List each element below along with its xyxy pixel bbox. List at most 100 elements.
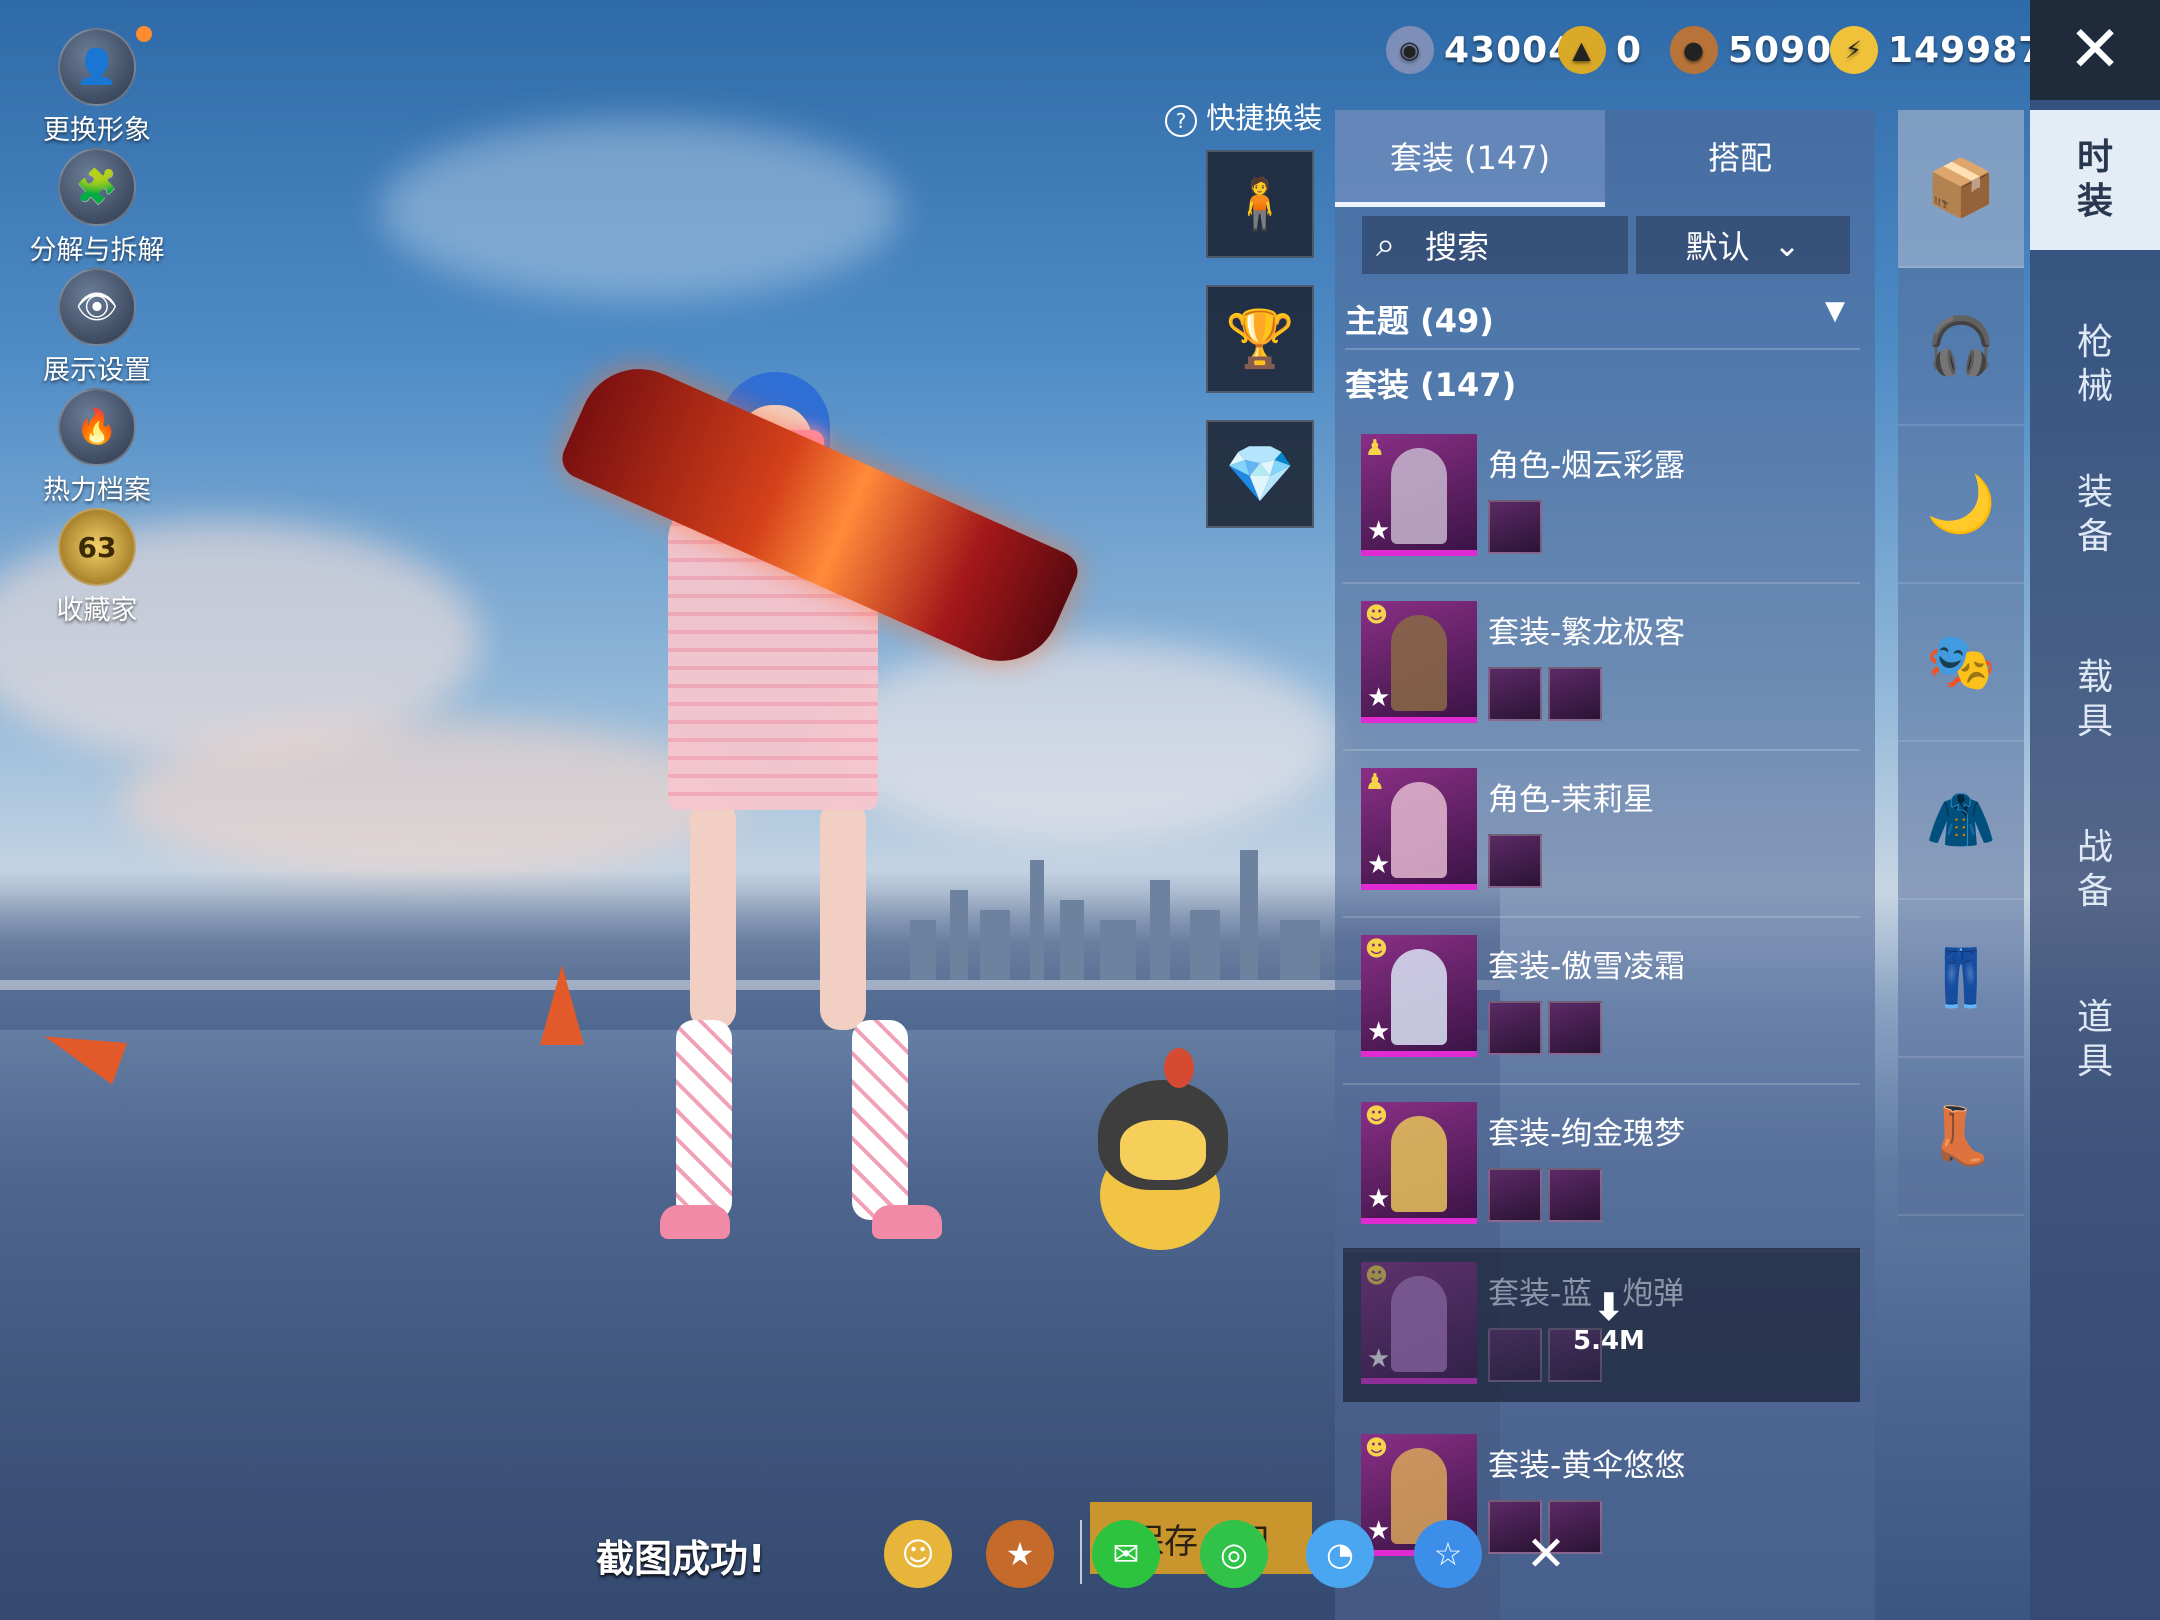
quick-change-label[interactable]: ? 快捷换装: [1165, 95, 1322, 137]
list-item[interactable]: ♟ ★ 角色-茉莉星: [1343, 754, 1860, 918]
tab-equipment[interactable]: 装备: [2030, 445, 2160, 585]
friend-icon: ☺: [901, 1535, 935, 1573]
screenshot-toast: 截图成功!: [596, 1537, 766, 1581]
currency-lightning[interactable]: ⚡ 149987: [1830, 24, 2044, 76]
star-icon: ★: [1367, 1344, 1391, 1374]
suit-section-header: 套装 (147): [1345, 366, 1517, 404]
decompose-button[interactable]: 🧩 分解与拆解: [22, 148, 172, 267]
qq-icon: ◔: [1326, 1535, 1354, 1573]
pants-icon: 👖: [1926, 946, 1996, 1011]
star-icon: ★: [1367, 516, 1391, 546]
jacket-icon: 🧥: [1926, 788, 1996, 853]
change-appearance-button[interactable]: 👤 更换形象: [22, 28, 172, 147]
sort-dropdown[interactable]: 默认 ⌄: [1636, 216, 1850, 274]
trophy-icon: 🏆: [1225, 307, 1295, 372]
category-accessory[interactable]: 🌙: [1898, 426, 2024, 584]
tab-vehicles[interactable]: 载具: [2030, 630, 2160, 770]
share-wechat-button[interactable]: ✉: [1092, 1520, 1160, 1588]
help-icon: ?: [1165, 105, 1197, 137]
smile-icon: ☻: [1365, 1104, 1388, 1129]
download-icon: ⬇: [1593, 1285, 1625, 1329]
item-part-thumbnail[interactable]: [1488, 1168, 1542, 1222]
category-mask[interactable]: 🎭: [1898, 584, 2024, 742]
smile-icon: ☻: [1365, 1436, 1388, 1461]
item-part-thumbnail[interactable]: [1488, 1328, 1542, 1382]
category-wardrobe[interactable]: 📦: [1898, 110, 2024, 268]
diamond-icon: 💎: [1225, 442, 1295, 507]
share-peace-elite-button[interactable]: ★: [986, 1520, 1054, 1588]
crescent-icon: 🌙: [1926, 472, 1996, 537]
tab-firearms[interactable]: 枪械: [2030, 295, 2160, 435]
theme-section-header[interactable]: 主题 (49) ▼: [1345, 296, 1855, 342]
divider: [1345, 348, 1860, 350]
share-friend-button[interactable]: ☺: [884, 1520, 952, 1588]
smile-icon: ☻: [1365, 937, 1388, 962]
star-icon: ★: [1367, 1017, 1391, 1047]
item-thumbnail: ☻ ★: [1361, 1262, 1477, 1384]
avatar-icon: 👤: [58, 28, 136, 106]
category-pants[interactable]: 👖: [1898, 900, 2024, 1058]
share-close-button[interactable]: ✕: [1512, 1520, 1580, 1588]
wardrobe-box-icon: 📦: [1926, 156, 1996, 221]
category-shoes[interactable]: 👢: [1898, 1058, 2024, 1216]
category-top[interactable]: 🧥: [1898, 742, 2024, 900]
traffic-cone: [540, 965, 584, 1045]
moments-icon: ◎: [1220, 1535, 1248, 1573]
lightning-coin-icon: ⚡: [1830, 26, 1878, 74]
list-item[interactable]: ♟ ★ 角色-烟云彩露: [1343, 420, 1860, 584]
item-part-thumbnail[interactable]: [1488, 834, 1542, 888]
currency-silver[interactable]: ◉ 43004: [1386, 24, 1574, 76]
tab-items[interactable]: 道具: [2030, 970, 2160, 1110]
boots-icon: 👢: [1926, 1104, 1996, 1169]
currency-bronze[interactable]: ● 5090: [1670, 24, 1832, 76]
search-input[interactable]: ⌕ 搜索: [1362, 216, 1628, 274]
item-part-thumbnail[interactable]: [1488, 1001, 1542, 1055]
currency-gold[interactable]: ▲ 0: [1558, 24, 1642, 76]
star-icon: ★: [1367, 1184, 1391, 1214]
list-item-downloading[interactable]: ☻ ★ 套装-蓝 炮弹 ⬇ 5.4M: [1343, 1248, 1860, 1402]
item-part-thumbnail[interactable]: [1548, 1168, 1602, 1222]
tab-fashion[interactable]: 时装: [2030, 110, 2160, 250]
quick-slot-diamond[interactable]: 💎: [1206, 420, 1314, 528]
category-headwear[interactable]: 🎧: [1898, 268, 2024, 426]
star-icon: ★: [1367, 850, 1391, 880]
tab-battle-prep[interactable]: 战备: [2030, 800, 2160, 940]
tab-suits[interactable]: 套装 (147): [1335, 110, 1605, 207]
triangle-down-icon: ▼: [1825, 296, 1845, 326]
share-moments-button[interactable]: ◎: [1200, 1520, 1268, 1588]
item-thumbnail: ☻ ★: [1361, 1102, 1477, 1224]
fire-icon: 🔥: [58, 388, 136, 466]
item-part-thumbnail[interactable]: [1548, 667, 1602, 721]
item-thumbnail: ♟ ★: [1361, 768, 1477, 890]
display-settings-button[interactable]: 👁 展示设置: [22, 268, 172, 387]
game-logo-icon: ★: [1005, 1535, 1035, 1573]
list-item[interactable]: ☻ ★ 套装-傲雪凌霜: [1343, 921, 1860, 1085]
collector-button[interactable]: 63 收藏家: [22, 508, 172, 627]
gold-badge-icon: ▲: [1558, 26, 1606, 74]
tab-match[interactable]: 搭配: [1605, 110, 1875, 202]
headphones-icon: 🎧: [1926, 314, 1996, 379]
divider: [1080, 1520, 1082, 1584]
item-part-thumbnail[interactable]: [1488, 667, 1542, 721]
item-part-thumbnail[interactable]: [1488, 500, 1542, 554]
list-item[interactable]: ☻ ★ 套装-繁龙极客: [1343, 587, 1860, 751]
share-qzone-button[interactable]: ☆: [1414, 1520, 1482, 1588]
item-thumbnail: ☻ ★: [1361, 935, 1477, 1057]
bronze-coin-icon: ●: [1670, 26, 1718, 74]
item-part-thumbnail[interactable]: [1548, 1001, 1602, 1055]
role-icon: ♟: [1365, 770, 1385, 795]
quick-slot-outfit[interactable]: 🧍: [1206, 150, 1314, 258]
item-thumbnail: ☻ ★: [1361, 601, 1477, 723]
list-item[interactable]: ☻ ★ 套装-绚金瑰梦: [1343, 1088, 1860, 1252]
close-button[interactable]: ✕: [2030, 0, 2160, 100]
role-icon: ♟: [1365, 436, 1385, 461]
puzzle-icon: 🧩: [58, 148, 136, 226]
star-icon: ★: [1367, 683, 1391, 713]
heat-profile-button[interactable]: 🔥 热力档案: [22, 388, 172, 507]
collector-badge-icon: 63: [58, 508, 136, 586]
quick-slot-trophy[interactable]: 🏆: [1206, 285, 1314, 393]
mask-icon: 🎭: [1926, 630, 1996, 695]
download-indicator[interactable]: ⬇ 5.4M: [1573, 1288, 1645, 1356]
notification-dot: [136, 26, 152, 42]
share-qq-button[interactable]: ◔: [1306, 1520, 1374, 1588]
